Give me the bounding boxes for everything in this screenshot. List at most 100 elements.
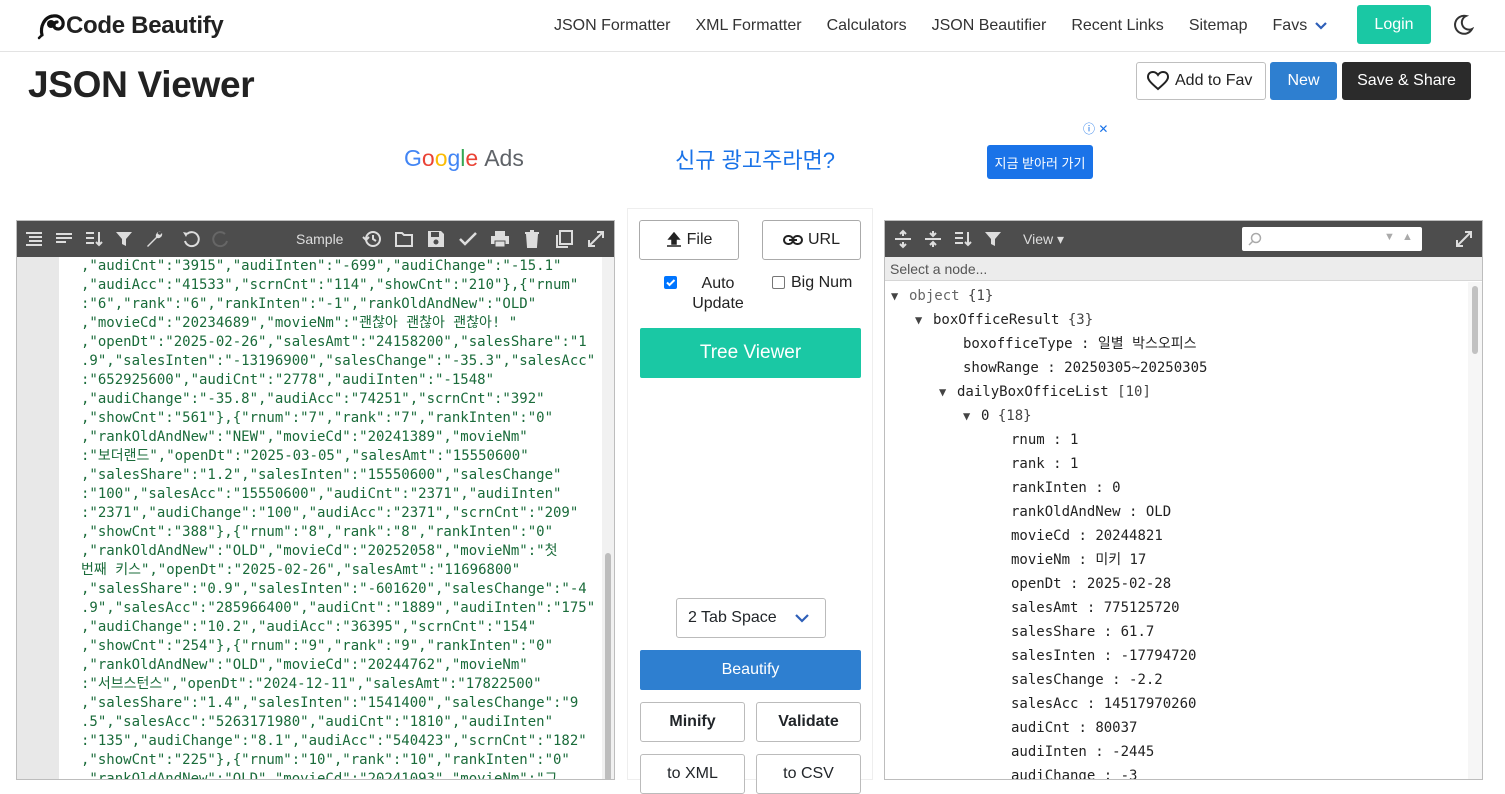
filter-icon[interactable] xyxy=(983,229,1003,249)
tree-node[interactable]: ▼ boxOfficeResult {3} xyxy=(915,308,1093,332)
tree-node-value[interactable]: 미키 17 xyxy=(1095,552,1146,568)
sample-button[interactable]: Sample xyxy=(296,231,343,247)
check-icon[interactable] xyxy=(458,229,478,249)
file-upload-button[interactable]: File xyxy=(639,220,739,260)
tab-space-select[interactable]: 2 Tab Space xyxy=(676,598,826,638)
editor-scrollbar[interactable] xyxy=(602,257,614,779)
nav-link-recent-links[interactable]: Recent Links xyxy=(1071,17,1164,35)
nav-link-xml-formatter[interactable]: XML Formatter xyxy=(695,17,801,35)
site-logo[interactable]: Code Beautify xyxy=(36,10,224,42)
tree-node-value[interactable]: -3 xyxy=(1121,768,1138,779)
tree-node[interactable]: audiInten : -2445 xyxy=(1011,740,1154,764)
tree-node-value[interactable]: 2025-02-28 xyxy=(1087,576,1171,592)
beautify-button[interactable]: Beautify xyxy=(640,650,861,690)
tree-node-value[interactable]: 61.7 xyxy=(1121,624,1155,640)
tree-node[interactable]: showRange : 20250305~20250305 xyxy=(963,356,1207,380)
expand-toggle-icon[interactable]: ▼ xyxy=(915,308,933,332)
viewer-search-input[interactable]: ▼ ▲ xyxy=(1242,227,1422,251)
wrench-icon[interactable] xyxy=(144,229,164,249)
tree-node-value[interactable]: 1 xyxy=(1070,432,1078,448)
tree-node[interactable]: rnum : 1 xyxy=(1011,428,1078,452)
expand-all-icon[interactable] xyxy=(893,229,913,249)
tree-node[interactable]: boxofficeType : 일별 박스오피스 xyxy=(963,332,1196,356)
add-to-fav-button[interactable]: Add to Fav xyxy=(1136,62,1266,100)
format-icon[interactable] xyxy=(24,229,44,249)
view-mode-dropdown[interactable]: View ▾ xyxy=(1023,231,1064,248)
tree-node-value[interactable]: -2445 xyxy=(1112,744,1154,760)
node-breadcrumb[interactable]: Select a node... xyxy=(885,257,1482,281)
nav-favs-dropdown[interactable]: Favs xyxy=(1273,17,1328,35)
save-icon[interactable] xyxy=(426,229,446,249)
big-num-checkbox[interactable]: Big Num xyxy=(772,274,852,292)
tree-node[interactable]: rank : 1 xyxy=(1011,452,1078,476)
tree-node[interactable]: audiChange : -3 xyxy=(1011,764,1138,779)
login-button[interactable]: Login xyxy=(1357,5,1431,44)
print-icon[interactable] xyxy=(490,229,510,249)
tree-node-value[interactable]: 20250305~20250305 xyxy=(1064,360,1207,376)
tree-node[interactable]: rankInten : 0 xyxy=(1011,476,1121,500)
tree-node[interactable]: rankOldAndNew : OLD xyxy=(1011,500,1171,524)
editor-scrollbar-thumb[interactable] xyxy=(605,553,611,779)
tree-node[interactable]: ▼ dailyBoxOfficeList [10] xyxy=(939,380,1151,404)
ad-headline[interactable]: 신규 광고주라면? xyxy=(675,143,835,175)
redo-icon[interactable] xyxy=(211,229,231,249)
nav-link-calculators[interactable]: Calculators xyxy=(827,17,907,35)
copy-icon[interactable] xyxy=(554,229,574,249)
nav-link-sitemap[interactable]: Sitemap xyxy=(1189,17,1248,35)
tree-node-value[interactable]: 1 xyxy=(1070,456,1078,472)
to-xml-button[interactable]: to XML xyxy=(640,754,745,794)
viewer-scrollbar-thumb[interactable] xyxy=(1472,286,1478,354)
tree-node[interactable]: salesAmt : 775125720 xyxy=(1011,596,1180,620)
tree-node-value[interactable]: 20244821 xyxy=(1095,528,1162,544)
new-button[interactable]: New xyxy=(1270,62,1337,100)
fullscreen-icon[interactable] xyxy=(1454,229,1474,249)
nav-link-json-beautifier[interactable]: JSON Beautifier xyxy=(932,17,1047,35)
save-share-button[interactable]: Save & Share xyxy=(1342,62,1471,100)
fullscreen-icon[interactable] xyxy=(586,229,606,249)
checkbox-checked-icon[interactable] xyxy=(664,276,677,289)
tree-node-value[interactable]: -2.2 xyxy=(1129,672,1163,688)
folder-icon[interactable] xyxy=(394,229,414,249)
sort-icon[interactable] xyxy=(953,229,973,249)
tree-node[interactable]: openDt : 2025-02-28 xyxy=(1011,572,1171,596)
nav-link-json-formatter[interactable]: JSON Formatter xyxy=(554,17,670,35)
search-up-icon[interactable]: ▲ xyxy=(1402,231,1413,243)
tree-node[interactable]: movieCd : 20244821 xyxy=(1011,524,1163,548)
tree-node[interactable]: ▼ object {1} xyxy=(891,284,993,308)
tree-node[interactable]: movieNm : 미키 17 xyxy=(1011,548,1146,572)
tree-node-value[interactable]: 14517970260 xyxy=(1104,696,1197,712)
collapse-all-icon[interactable] xyxy=(923,229,943,249)
tree-node[interactable]: salesInten : -17794720 xyxy=(1011,644,1196,668)
filter-icon[interactable] xyxy=(114,229,134,249)
tree-node-value[interactable]: -17794720 xyxy=(1121,648,1197,664)
ad-cta-button[interactable]: 지금 받아러 가기 xyxy=(987,145,1093,179)
dark-mode-moon-icon[interactable] xyxy=(1452,14,1474,36)
tree-node-value[interactable]: 80037 xyxy=(1095,720,1137,736)
viewer-scrollbar[interactable] xyxy=(1468,282,1482,779)
expand-toggle-icon[interactable]: ▼ xyxy=(891,284,909,308)
ad-info-icon[interactable]: ⓘ ✕ xyxy=(1083,120,1108,137)
url-button[interactable]: URL xyxy=(762,220,861,260)
ad-banner[interactable]: Google Ads 신규 광고주라면? 지금 받아러 가기 ⓘ ✕ xyxy=(395,115,1115,205)
tree-node[interactable]: ▼ 0 {18} xyxy=(963,404,1032,428)
json-code-text[interactable]: ,"audiCnt":"3915","audiInten":"-699","au… xyxy=(81,257,601,779)
trash-icon[interactable] xyxy=(522,229,542,249)
auto-update-checkbox[interactable]: Auto Update xyxy=(664,274,764,314)
tree-viewer-button[interactable]: Tree Viewer xyxy=(640,328,861,378)
to-csv-button[interactable]: to CSV xyxy=(756,754,861,794)
tree-node[interactable]: salesAcc : 14517970260 xyxy=(1011,692,1196,716)
tree-node-value[interactable]: 775125720 xyxy=(1104,600,1180,616)
search-down-icon[interactable]: ▼ xyxy=(1384,231,1395,243)
tree-node-value[interactable]: 0 xyxy=(1112,480,1120,496)
expand-toggle-icon[interactable]: ▼ xyxy=(963,404,981,428)
tree-node-value[interactable]: 일별 박스오피스 xyxy=(1098,336,1197,352)
tree-node[interactable]: salesChange : -2.2 xyxy=(1011,668,1163,692)
expand-toggle-icon[interactable]: ▼ xyxy=(939,380,957,404)
tree-node[interactable]: salesShare : 61.7 xyxy=(1011,620,1154,644)
compact-icon[interactable] xyxy=(54,229,74,249)
minify-button[interactable]: Minify xyxy=(640,702,745,742)
checkbox-unchecked-icon[interactable] xyxy=(772,276,785,289)
sort-icon[interactable] xyxy=(84,229,104,249)
tree-node[interactable]: audiCnt : 80037 xyxy=(1011,716,1137,740)
undo-icon[interactable] xyxy=(181,229,201,249)
